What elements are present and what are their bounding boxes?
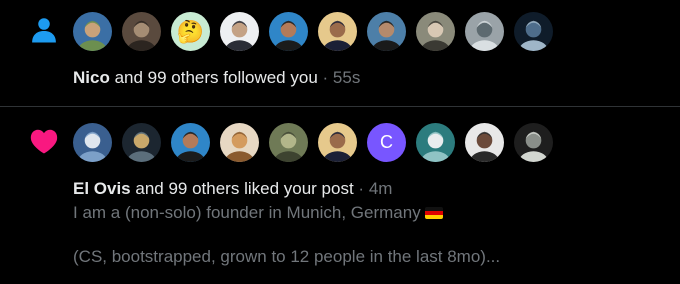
post-preview-text: (CS, bootstrapped, grown to 12 people in…: [73, 247, 501, 266]
timestamp: 4m: [368, 179, 393, 198]
avatar[interactable]: C: [367, 123, 406, 162]
avatar[interactable]: [171, 123, 210, 162]
avatar[interactable]: [269, 12, 308, 51]
notification-headline: El Ovis and 99 others liked your post · …: [73, 178, 392, 200]
avatar[interactable]: [318, 12, 357, 51]
avatar[interactable]: [73, 12, 112, 51]
avatar[interactable]: [73, 123, 112, 162]
actor-name[interactable]: Nico: [73, 68, 110, 87]
post-preview-line: (CS, bootstrapped, grown to 12 people in…: [73, 246, 633, 268]
avatar[interactable]: [465, 12, 504, 51]
avatar[interactable]: [220, 123, 259, 162]
avatar-initial: C: [380, 132, 393, 152]
notification-text: and 99 others liked your post: [135, 179, 354, 198]
heart-icon: [26, 123, 62, 159]
notification-headline: Nico and 99 others followed you · 55s: [73, 67, 360, 89]
avatar-row: C: [73, 123, 553, 162]
avatar[interactable]: [318, 123, 357, 162]
notification-like[interactable]: C El Ovis and 99 others liked your post …: [0, 107, 680, 284]
person-icon: [26, 12, 62, 48]
avatar[interactable]: [416, 123, 455, 162]
post-preview[interactable]: I am a (non-solo) founder in Munich, Ger…: [73, 202, 633, 268]
post-preview-text: I am a (non-solo) founder in Munich, Ger…: [73, 203, 421, 222]
post-preview-line: I am a (non-solo) founder in Munich, Ger…: [73, 202, 633, 224]
avatar[interactable]: [122, 123, 161, 162]
avatar[interactable]: 🤔: [171, 12, 210, 51]
avatar[interactable]: [220, 12, 259, 51]
germany-flag-icon: [424, 207, 443, 219]
avatar[interactable]: [269, 123, 308, 162]
avatar[interactable]: [367, 12, 406, 51]
avatar[interactable]: [122, 12, 161, 51]
avatar[interactable]: [514, 12, 553, 51]
notification-follow[interactable]: 🤔 Nico and 99 others followed you · 55s: [0, 0, 680, 106]
avatar[interactable]: [465, 123, 504, 162]
avatar-row: 🤔: [73, 12, 553, 51]
timestamp: 55s: [332, 68, 361, 87]
actor-name[interactable]: El Ovis: [73, 179, 131, 198]
separator-dot: ·: [358, 179, 365, 198]
separator-dot: ·: [322, 68, 329, 87]
notification-text: and 99 others followed you: [114, 68, 318, 87]
avatar[interactable]: [514, 123, 553, 162]
avatar-emoji: 🤔: [176, 18, 205, 44]
avatar[interactable]: [416, 12, 455, 51]
